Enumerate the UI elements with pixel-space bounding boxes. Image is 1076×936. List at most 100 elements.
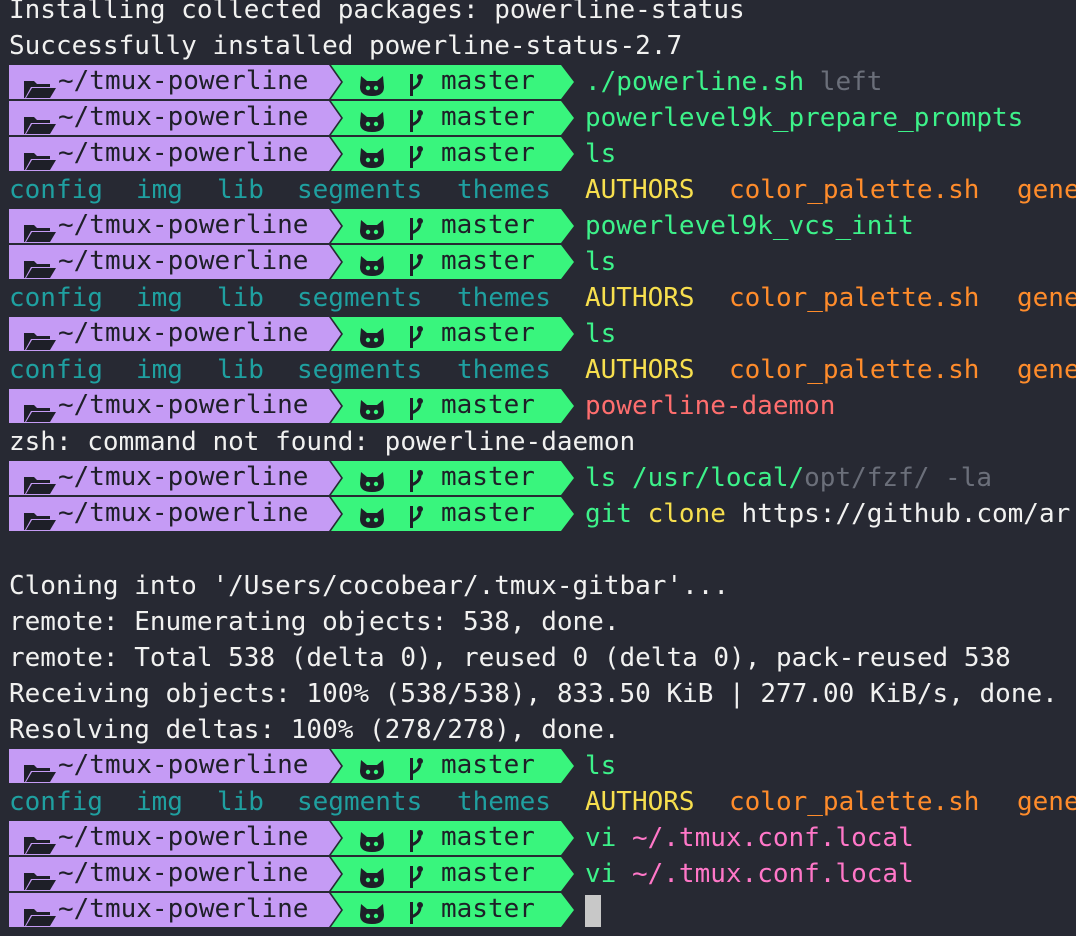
github-octocat-icon <box>359 71 385 96</box>
command-text: vi ~/.tmux.conf.local <box>585 859 914 889</box>
ls-entry-palette: color_palette.sh <box>729 283 980 313</box>
git-branch-icon <box>407 251 423 276</box>
prompt-line: ~/tmux-powerline master ./powerline.sh le… <box>9 64 1076 100</box>
prompt-dir-text: ~/tmux-powerline <box>58 318 309 348</box>
command-text: ls <box>585 139 617 169</box>
github-octocat-icon <box>359 323 385 348</box>
git-branch-icon <box>407 827 423 852</box>
prompt-dir-text: ~/tmux-powerline <box>58 750 309 780</box>
folder-open-icon <box>23 757 57 782</box>
ls-entry-themes: themes <box>457 787 551 817</box>
ls-entry-gene: gene <box>1017 175 1076 205</box>
error-text: zsh: command not found: powerline-daemon <box>9 427 636 457</box>
git-branch-icon <box>407 215 423 240</box>
github-octocat-icon <box>359 467 385 492</box>
output-text: remote: Total 538 (delta 0), reused 0 (d… <box>9 643 1011 673</box>
github-octocat-icon <box>359 395 385 420</box>
prompt-dir-text: ~/tmux-powerline <box>58 462 309 492</box>
prompt-line: ~/tmux-powerline master powerlevel9k_prep… <box>9 100 1076 136</box>
prompt-line: ~/tmux-powerline master ls /usr/local/opt… <box>9 460 1076 496</box>
output-text: Cloning into '/Users/cocobear/.tmux-gitb… <box>9 571 730 601</box>
prompt-branch-text: master <box>441 894 535 924</box>
prompt-line: ~/tmux-powerline master powerline-daemon <box>9 388 1076 424</box>
ls-entry-config: config <box>9 283 103 313</box>
command-text: ls <box>585 319 617 349</box>
output-line: remote: Enumerating objects: 538, done. <box>9 604 1076 640</box>
prompt-dir-text: ~/tmux-powerline <box>58 822 309 852</box>
ls-entry-segments: segments <box>297 787 423 817</box>
folder-open-icon <box>23 865 57 890</box>
github-octocat-icon <box>359 899 385 924</box>
prompt-branch-text: master <box>441 66 535 96</box>
output-line: remote: Total 538 (delta 0), reused 0 (d… <box>9 640 1076 676</box>
command-text: powerlevel9k_prepare_prompts <box>585 103 1024 133</box>
output-text: Resolving deltas: 100% (278/278), done. <box>9 715 620 745</box>
git-branch-icon <box>407 107 423 132</box>
ls-entry-lib: lib <box>217 355 264 385</box>
command-input[interactable] <box>585 892 601 928</box>
prompt-dir-segment: ~/tmux-powerline <box>9 389 341 423</box>
prompt-dir-segment: ~/tmux-powerline <box>9 65 341 99</box>
prompt-branch-text: master <box>441 138 535 168</box>
folder-open-icon <box>23 829 57 854</box>
output-line: Installing collected packages: powerline… <box>9 0 1076 28</box>
command-text: git clone https://github.com/ar <box>585 499 1071 529</box>
ls-entry-config: config <box>9 355 103 385</box>
ls-entry-segments: segments <box>297 283 423 313</box>
ls-entry-palette: color_palette.sh <box>729 787 980 817</box>
ls-entry-palette: color_palette.sh <box>729 355 980 385</box>
git-branch-icon <box>407 755 423 780</box>
ls-entry-img: img <box>136 283 183 313</box>
output-text: Successfully installed powerline-status-… <box>9 31 683 61</box>
github-octocat-icon <box>359 827 385 852</box>
prompt-dir-segment: ~/tmux-powerline <box>9 893 341 927</box>
prompt-dir-text: ~/tmux-powerline <box>58 102 309 132</box>
prompt-dir-segment: ~/tmux-powerline <box>9 461 341 495</box>
prompt-line: ~/tmux-powerline master powerlevel9k_vcs_… <box>9 208 1076 244</box>
command-text: powerlevel9k_vcs_init <box>585 211 914 241</box>
ls-output-line: config img lib segments themes AUTHORS color_p… <box>9 172 1076 208</box>
output-line: Resolving deltas: 100% (278/278), done. <box>9 712 1076 748</box>
prompt-branch-text: master <box>441 498 535 528</box>
git-branch-icon <box>407 323 423 348</box>
prompt-dir-segment: ~/tmux-powerline <box>9 101 341 135</box>
command-text: ls <box>585 751 617 781</box>
ls-entry-palette: color_palette.sh <box>729 175 980 205</box>
folder-open-icon <box>23 505 57 530</box>
folder-open-icon <box>23 73 57 98</box>
prompt-dir-segment: ~/tmux-powerline <box>9 497 341 531</box>
prompt-git-segment: master <box>331 65 574 99</box>
output-text: Installing collected packages: powerline… <box>9 0 745 25</box>
folder-open-icon <box>23 109 57 134</box>
folder-open-icon <box>23 217 57 242</box>
ls-entry-lib: lib <box>217 283 264 313</box>
output-line: Successfully installed powerline-status-… <box>9 28 1076 64</box>
terminal-window[interactable]: Installing collected packages: powerline… <box>0 0 1076 928</box>
folder-open-icon <box>23 325 57 350</box>
prompt-line: ~/tmux-powerline master ls <box>9 316 1076 352</box>
prompt-dir-segment: ~/tmux-powerline <box>9 821 341 855</box>
ls-entry-config: config <box>9 175 103 205</box>
prompt-git-segment: master <box>331 209 574 243</box>
github-octocat-icon <box>359 215 385 240</box>
prompt-dir-text: ~/tmux-powerline <box>58 498 309 528</box>
ls-output-line: config img lib segments themes AUTHORS color_p… <box>9 784 1076 820</box>
ls-entry-authors: AUTHORS <box>585 355 695 385</box>
prompt-dir-text: ~/tmux-powerline <box>58 858 309 888</box>
git-branch-icon <box>407 71 423 96</box>
prompt-branch-text: master <box>441 750 535 780</box>
ls-entry-segments: segments <box>297 355 423 385</box>
github-octocat-icon <box>359 503 385 528</box>
folder-open-icon <box>23 901 57 926</box>
github-octocat-icon <box>359 863 385 888</box>
ls-entry-gene: gene <box>1017 787 1076 817</box>
prompt-branch-text: master <box>441 462 535 492</box>
prompt-git-segment: master <box>331 497 574 531</box>
prompt-dir-segment: ~/tmux-powerline <box>9 137 341 171</box>
prompt-branch-text: master <box>441 318 535 348</box>
ls-entry-img: img <box>136 175 183 205</box>
ls-entry-gene: gene <box>1017 283 1076 313</box>
ls-entry-lib: lib <box>217 175 264 205</box>
prompt-branch-text: master <box>441 822 535 852</box>
